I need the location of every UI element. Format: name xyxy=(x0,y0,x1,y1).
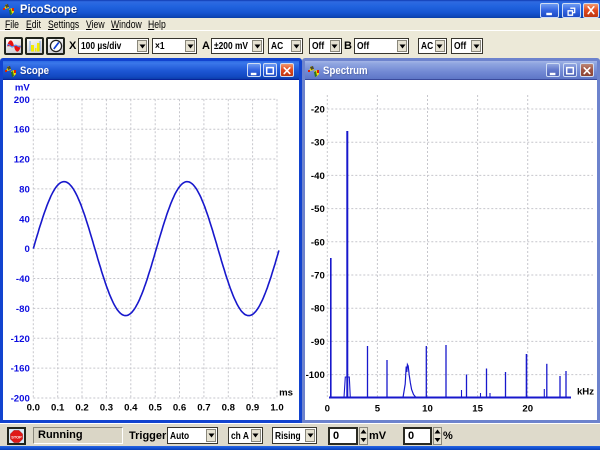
svg-text:0.2: 0.2 xyxy=(75,403,88,414)
svg-text:-120: -120 xyxy=(11,334,30,345)
svg-text:-30: -30 xyxy=(311,138,325,149)
svg-text:-50: -50 xyxy=(311,204,325,215)
svg-text:mV: mV xyxy=(15,83,31,94)
svg-text:-90: -90 xyxy=(311,337,325,348)
svg-text:200: 200 xyxy=(14,95,30,106)
svg-text:-60: -60 xyxy=(311,237,325,248)
svg-text:-80: -80 xyxy=(16,304,30,315)
svg-text:-40: -40 xyxy=(16,274,30,285)
svg-text:ms: ms xyxy=(279,388,293,399)
svg-text:5: 5 xyxy=(375,404,381,415)
svg-text:40: 40 xyxy=(19,214,30,225)
svg-text:kHz: kHz xyxy=(577,387,594,398)
svg-text:-70: -70 xyxy=(311,271,325,282)
svg-text:-20: -20 xyxy=(311,105,325,116)
svg-text:160: 160 xyxy=(14,125,30,136)
svg-text:-100: -100 xyxy=(306,370,325,381)
svg-text:0.4: 0.4 xyxy=(124,403,138,414)
svg-text:20: 20 xyxy=(522,404,533,415)
svg-text:0.1: 0.1 xyxy=(51,403,65,414)
svg-text:80: 80 xyxy=(19,184,30,195)
svg-text:STOP: STOP xyxy=(11,434,22,439)
svg-text:0.7: 0.7 xyxy=(197,403,210,414)
svg-text:0.5: 0.5 xyxy=(149,403,163,414)
svg-text:0: 0 xyxy=(24,244,29,255)
svg-text:0.3: 0.3 xyxy=(100,403,113,414)
svg-text:-80: -80 xyxy=(311,304,325,315)
svg-text:1.0: 1.0 xyxy=(270,403,283,414)
svg-text:-40: -40 xyxy=(311,171,325,182)
svg-text:120: 120 xyxy=(14,155,30,166)
svg-text:15: 15 xyxy=(472,404,483,415)
svg-text:10: 10 xyxy=(422,404,433,415)
svg-text:0.9: 0.9 xyxy=(246,403,259,414)
svg-text:0.8: 0.8 xyxy=(222,403,236,414)
svg-text:0.0: 0.0 xyxy=(27,403,40,414)
svg-text:-160: -160 xyxy=(11,364,30,375)
svg-text:0.6: 0.6 xyxy=(173,403,186,414)
svg-text:0: 0 xyxy=(325,404,330,415)
